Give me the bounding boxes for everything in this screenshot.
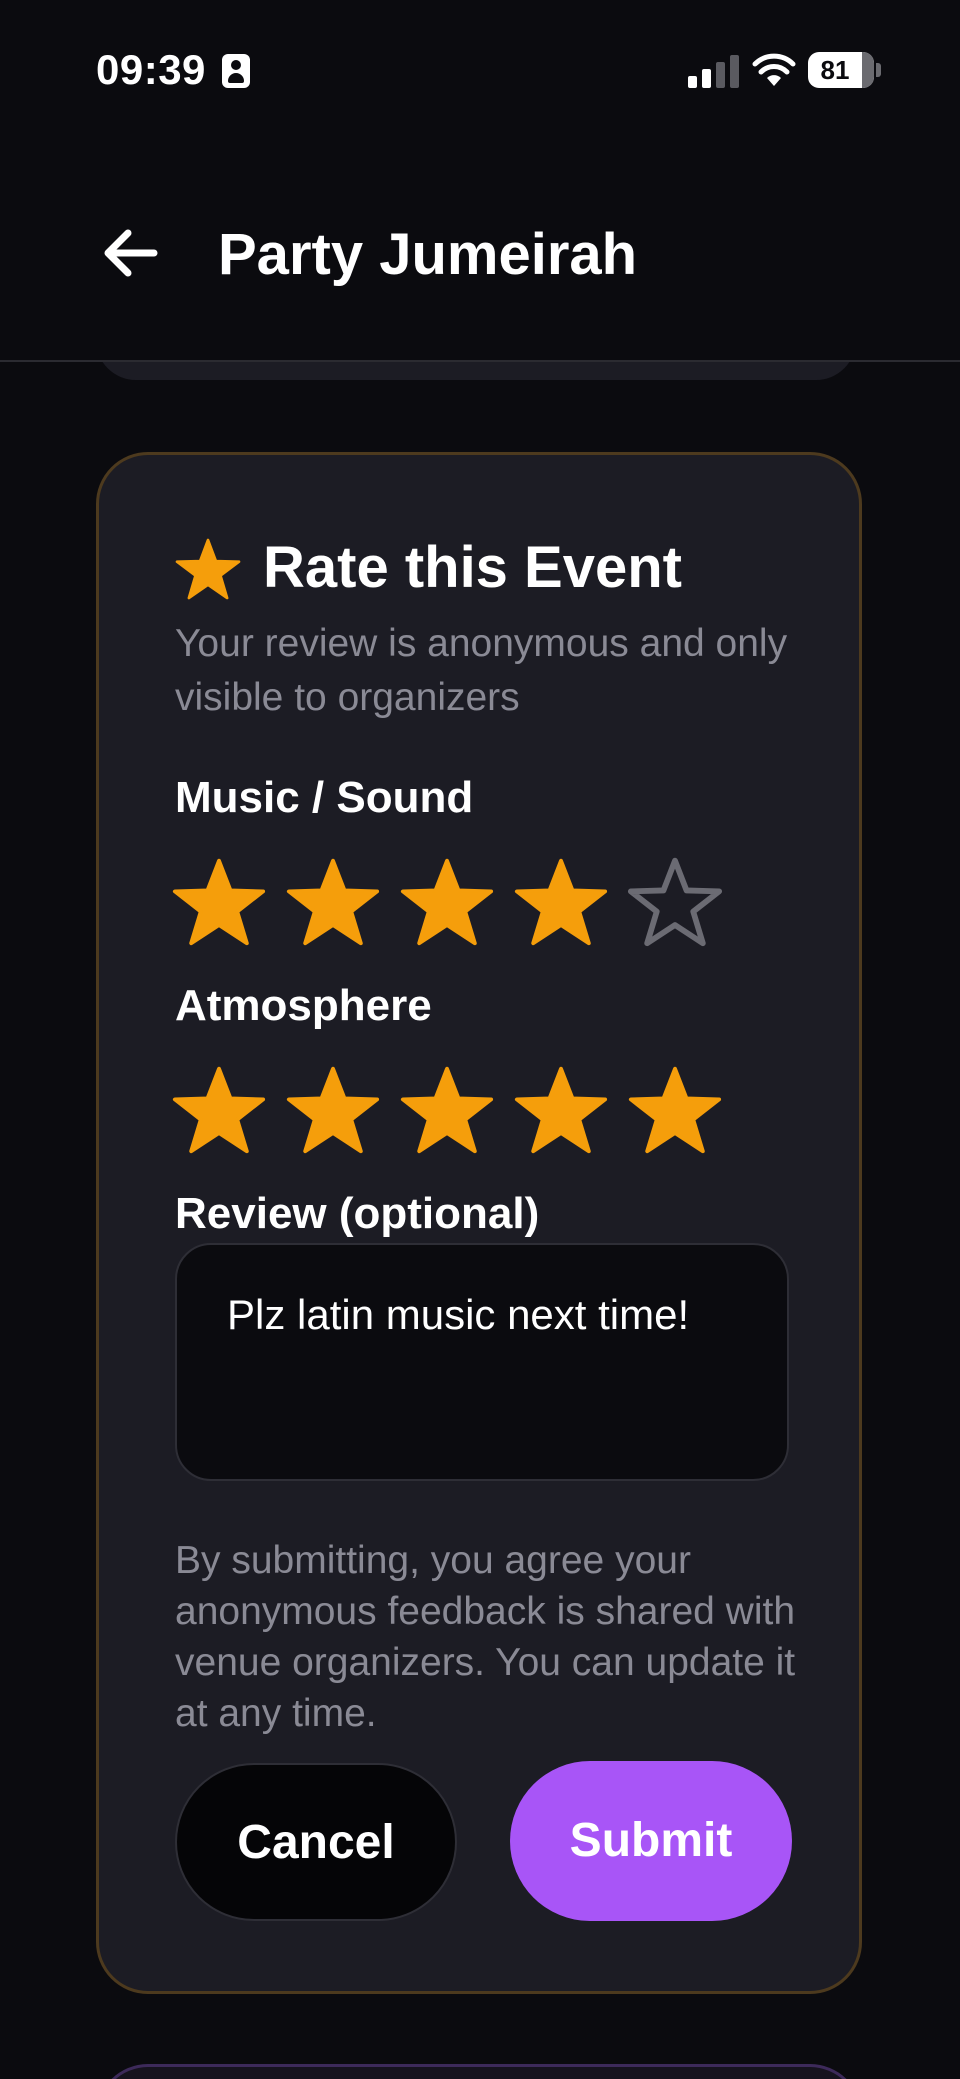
music-sound-star-2-filled-icon[interactable] [285, 853, 381, 949]
screen: 09:39 81 Party Jumeirah Rate this Event … [0, 0, 960, 2079]
music-sound-star-1-filled-icon[interactable] [171, 853, 267, 949]
music-sound-label: Music / Sound [175, 773, 474, 822]
atmosphere-stars [171, 1061, 751, 1157]
music-sound-stars [171, 853, 751, 949]
review-textarea[interactable]: Plz latin music next time! [175, 1243, 789, 1481]
disclaimer-text: By submitting, you agree your anonymous … [175, 1539, 796, 1735]
atmosphere-star-3-filled-icon[interactable] [399, 1061, 495, 1157]
battery-cap [876, 63, 881, 77]
atmosphere-star-1-filled-icon[interactable] [171, 1061, 267, 1157]
card-subtitle: Your review is anonymous and only visibl… [175, 622, 788, 719]
music-sound-star-4-filled-icon[interactable] [513, 853, 609, 949]
atmosphere-star-4-filled-icon[interactable] [513, 1061, 609, 1157]
atmosphere-label: Atmosphere [175, 981, 432, 1030]
battery-icon: 81 [808, 52, 874, 88]
battery-level: 81 [820, 55, 850, 85]
next-card-edge [96, 2064, 862, 2079]
atmosphere-star-5-filled-icon[interactable] [627, 1061, 723, 1157]
back-arrow-icon[interactable] [96, 218, 166, 288]
app-header: Party Jumeirah [0, 140, 960, 362]
review-label: Review (optional) [175, 1189, 540, 1238]
submit-button[interactable]: Submit [510, 1761, 792, 1921]
contact-card-icon [222, 54, 250, 88]
status-time: 09:39 [96, 46, 206, 93]
wifi-icon [752, 53, 796, 86]
page-title: Party Jumeirah [218, 222, 638, 287]
status-bar: 09:39 81 [0, 0, 960, 140]
cellular-signal-icon [688, 54, 740, 88]
rating-card: Rate this Event Your review is anonymous… [96, 452, 862, 1994]
atmosphere-star-2-filled-icon[interactable] [285, 1061, 381, 1157]
music-sound-star-3-filled-icon[interactable] [399, 853, 495, 949]
star-icon [175, 538, 241, 600]
cancel-button[interactable]: Cancel [175, 1763, 457, 1921]
music-sound-star-5-empty-icon[interactable] [627, 853, 723, 949]
card-title: Rate this Event [263, 535, 682, 600]
